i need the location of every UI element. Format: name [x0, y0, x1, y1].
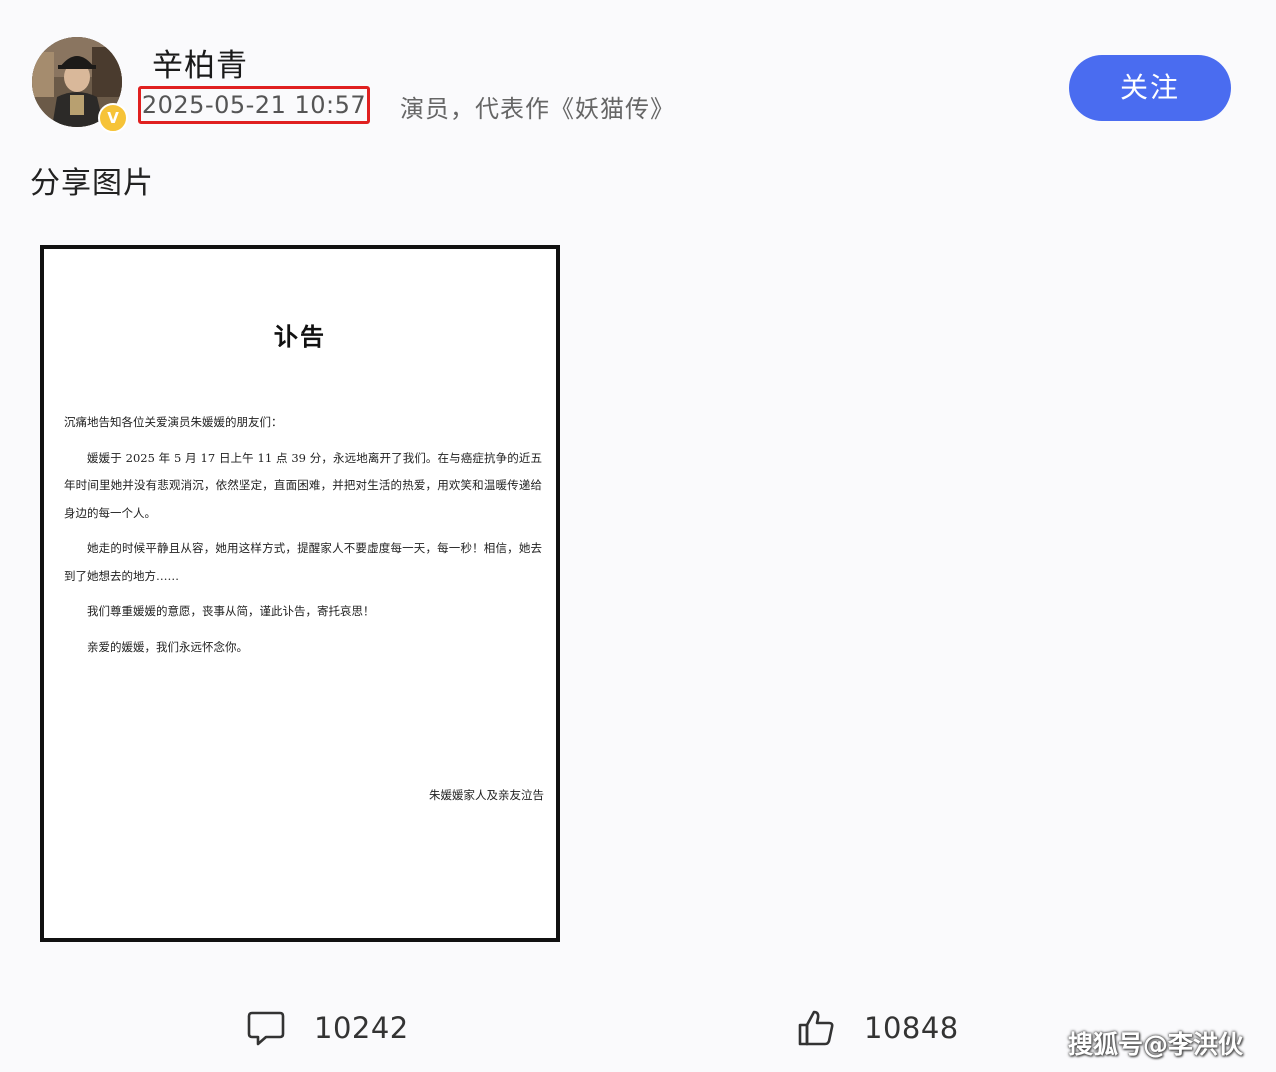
like-button[interactable]: 10848	[796, 1005, 959, 1051]
comment-button[interactable]: 10242	[246, 1005, 409, 1051]
notice-paragraph: 她走的时候平静且从容，她用这样方式，提醒家人不要虚度每一天，每一秒！相信，她去到…	[64, 541, 542, 583]
comment-count: 10242	[314, 1011, 409, 1045]
notice-title: 讣告	[274, 322, 326, 351]
notice-greeting: 沉痛地告知各位关爱演员朱媛媛的朋友们：	[64, 415, 283, 429]
notice-body: 沉痛地告知各位关爱演员朱媛媛的朋友们： 媛媛于 2025 年 5 月 17 日上…	[64, 409, 542, 669]
notice-paragraph: 亲爱的媛媛，我们永远怀念你。	[87, 639, 248, 654]
notice-paragraph: 媛媛于 2025 年 5 月 17 日上午 11 点 39 分，永远地离开了我们…	[64, 450, 542, 520]
follow-button[interactable]: 关注	[1069, 55, 1231, 121]
post-timestamp: 2025-05-21 10:57	[138, 86, 370, 124]
post-header: V 辛柏青 2025-05-21 10:57 演员，代表作《妖猫传》 关注	[0, 0, 1276, 150]
verified-badge-icon: V	[98, 103, 128, 133]
notice-signature: 朱媛媛家人及亲友泣告	[429, 788, 544, 802]
comment-icon	[246, 1008, 286, 1048]
notice-paragraph: 我们尊重媛媛的意愿，丧事从简，谨此讣告，寄托哀思！	[87, 604, 375, 618]
thumbs-up-icon	[796, 1008, 836, 1048]
avatar[interactable]: V	[32, 37, 128, 133]
author-bio: 演员，代表作《妖猫传》	[400, 95, 675, 123]
author-name[interactable]: 辛柏青	[152, 40, 248, 85]
post-text: 分享图片	[30, 166, 154, 201]
notice-image[interactable]: 讣告 沉痛地告知各位关爱演员朱媛媛的朋友们： 媛媛于 2025 年 5 月 17…	[40, 245, 560, 942]
like-count: 10848	[864, 1011, 959, 1045]
watermark: 搜狐号@李洪伙	[1068, 1030, 1244, 1059]
